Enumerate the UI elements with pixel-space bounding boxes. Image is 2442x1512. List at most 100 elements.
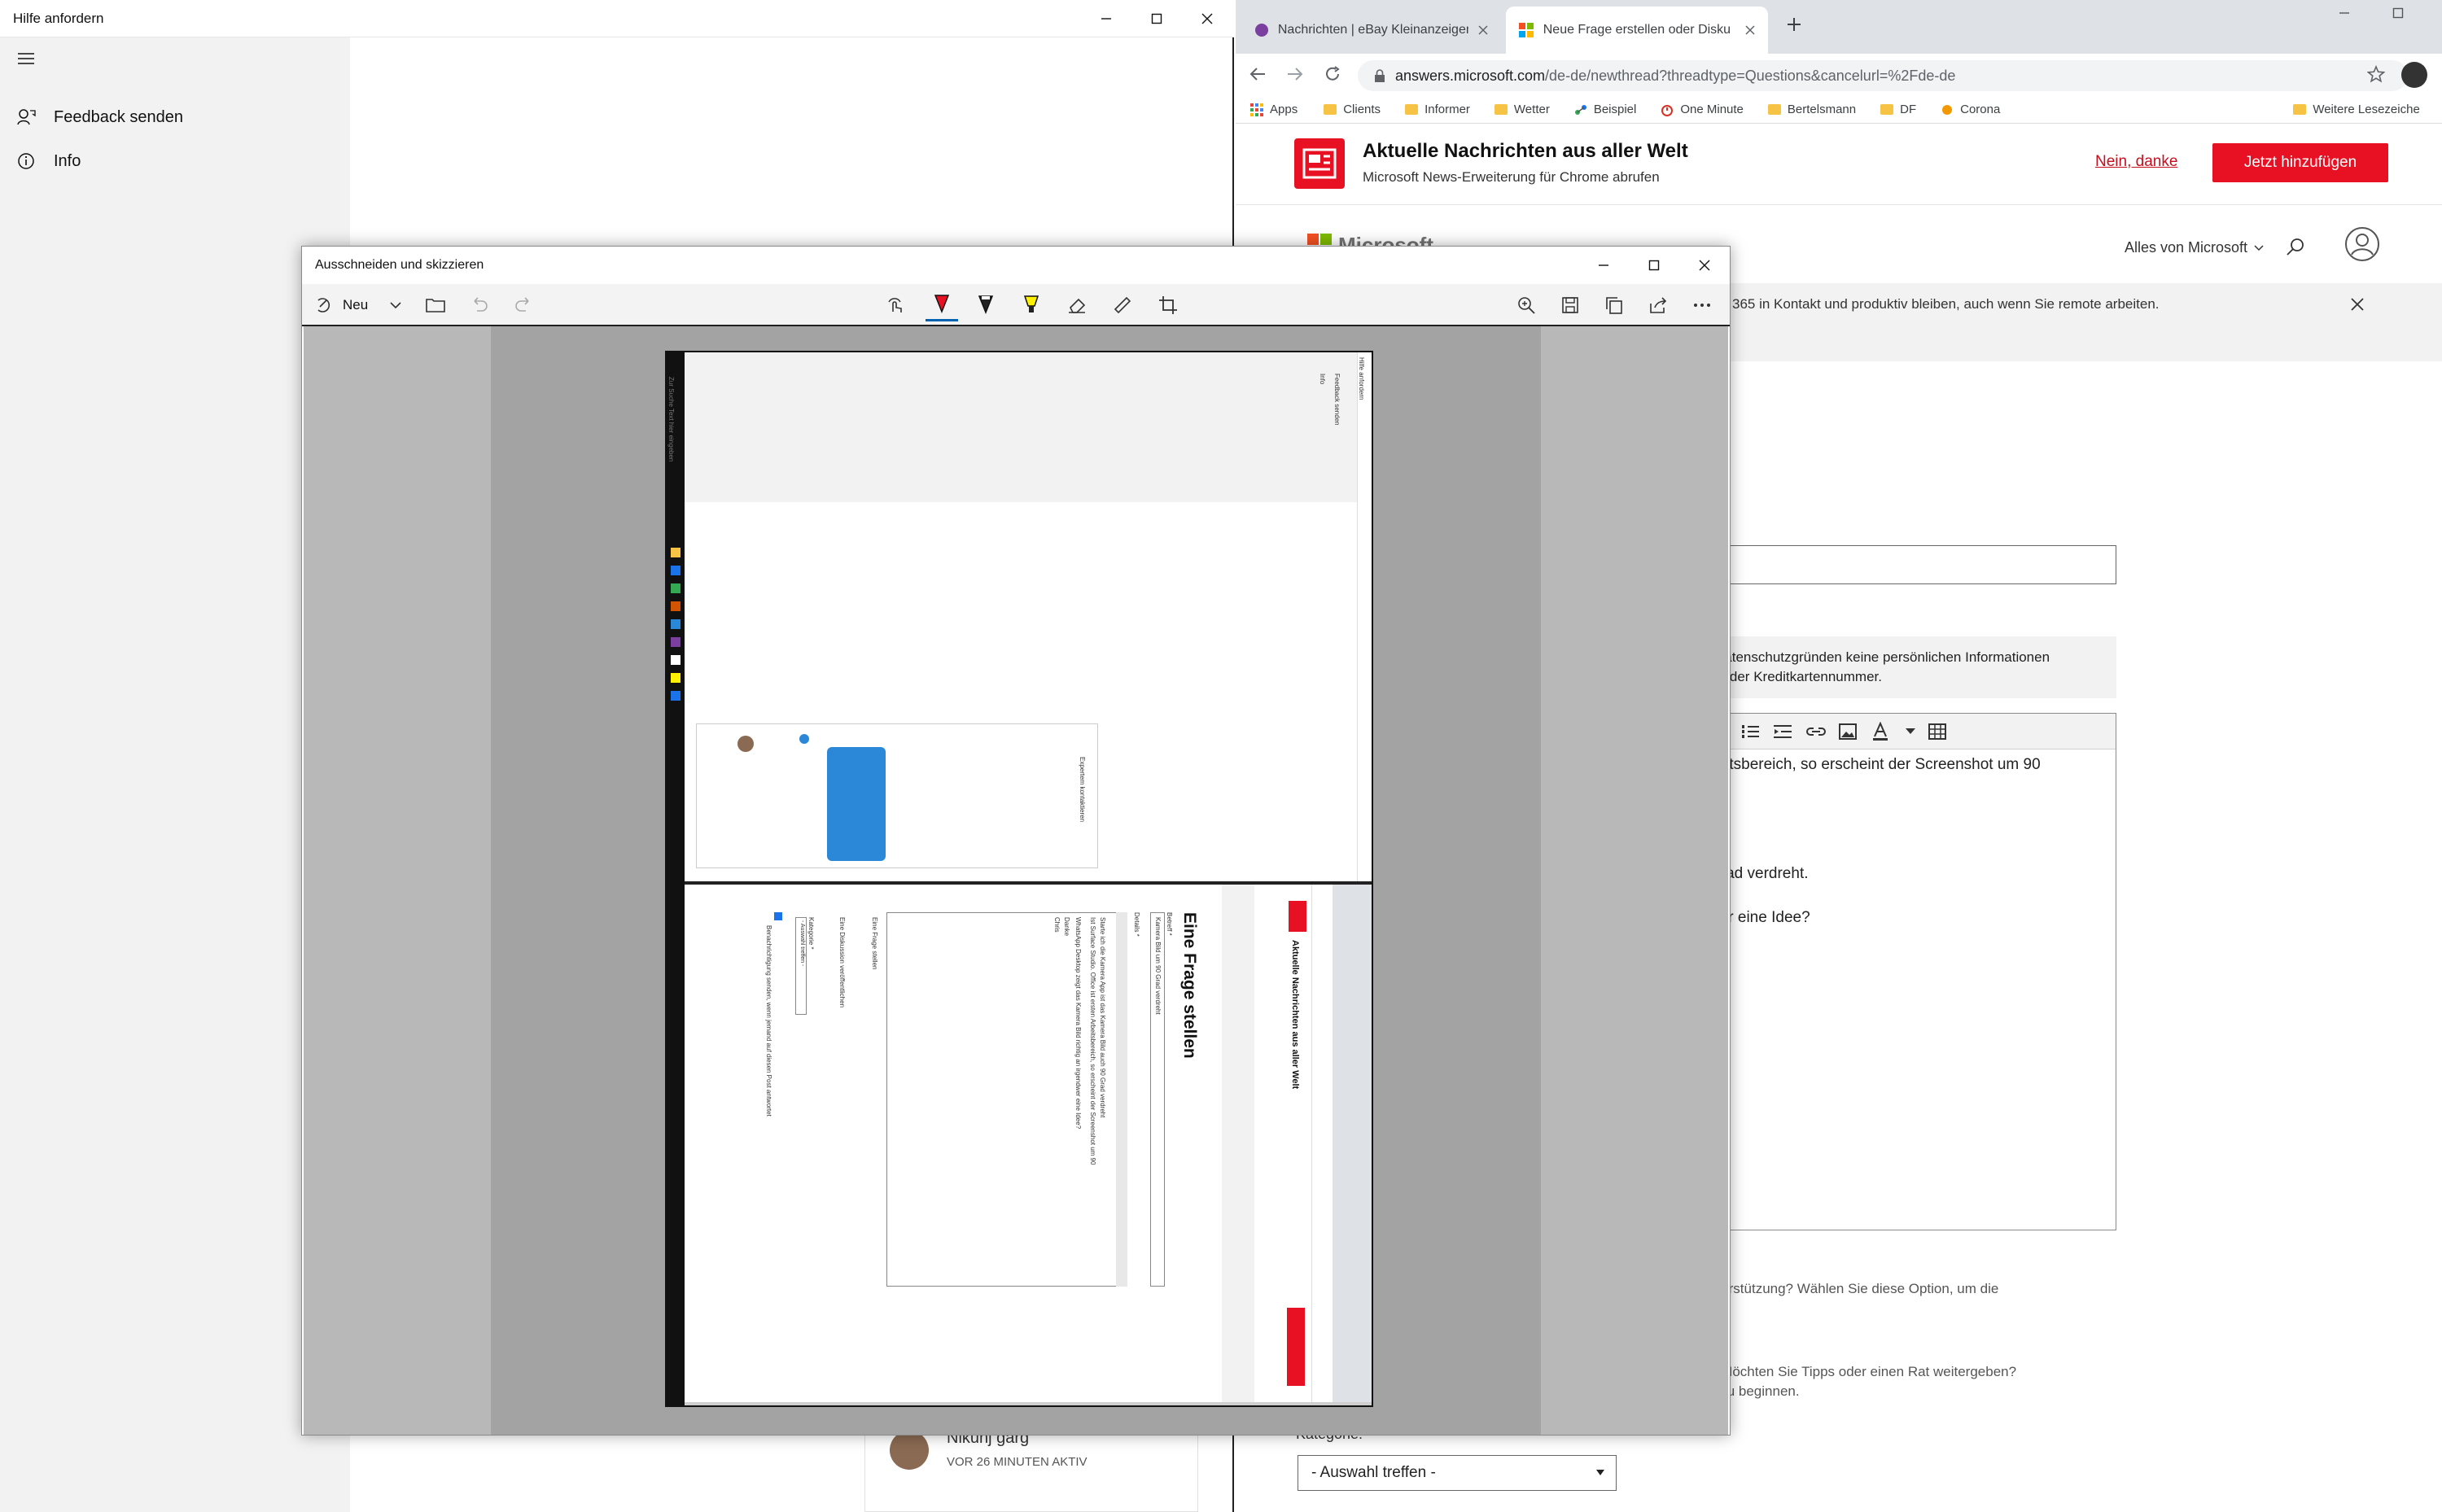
- copy-button[interactable]: [1600, 292, 1629, 318]
- editor-line: beitsbereich, so erscheint der Screensho…: [1709, 756, 2041, 773]
- pencil-button[interactable]: [971, 292, 1000, 318]
- lock-icon: [1375, 69, 1385, 82]
- help-nav-pane: Feedback senden Info: [0, 37, 350, 1512]
- tab-strip: Nachrichten | eBay Kleinanzeigen Neue Fr…: [1236, 0, 2442, 54]
- dropdown-arrow-icon[interactable]: [1906, 728, 1915, 735]
- touch-writing-icon: [888, 298, 902, 312]
- open-file-button[interactable]: [421, 292, 450, 318]
- snip-maximize-button[interactable]: [1629, 247, 1679, 284]
- numbered-list-icon[interactable]: [1741, 723, 1759, 740]
- bookmark-star-button[interactable]: [2367, 65, 2385, 83]
- pencil-icon: [978, 295, 994, 315]
- rotated-help-nav: [685, 352, 1357, 502]
- snip-title: Ausschneiden und skizzieren: [315, 258, 484, 272]
- tab-microsoft-answers[interactable]: Neue Frage erstellen oder Disku: [1506, 7, 1768, 54]
- account-button[interactable]: [2344, 226, 2380, 262]
- url-host: answers.microsoft.com: [1395, 67, 1546, 84]
- bookmark-corona[interactable]: Corona: [1941, 103, 2000, 116]
- url-path: /de-de/newthread?threadtype=Questions&ca…: [1545, 67, 1956, 84]
- indent-icon[interactable]: [1774, 723, 1792, 740]
- snip-minimize-button[interactable]: [1578, 247, 1629, 284]
- bookmark-more[interactable]: Weitere Lesezeiche: [2293, 103, 2420, 116]
- chrome-toolbar: answers.microsoft.com/de-de/newthread?th…: [1236, 54, 2442, 96]
- share-button[interactable]: [1643, 292, 1673, 318]
- link-icon[interactable]: [1806, 725, 1826, 738]
- tab-ebay[interactable]: Nachrichten | eBay Kleinanzeigen: [1242, 7, 1501, 54]
- user-status: VOR 26 MINUTEN AKTIV: [947, 1455, 1088, 1469]
- folder-icon: [1405, 104, 1419, 115]
- reload-button[interactable]: [1324, 65, 1341, 83]
- rotated-chat-bubble: [827, 747, 886, 861]
- bookmark-wetter[interactable]: Wetter: [1494, 103, 1550, 116]
- all-microsoft-menu[interactable]: Alles von Microsoft: [2125, 239, 2264, 256]
- chrome-maximize-button[interactable]: [2392, 7, 2405, 20]
- chrome-minimize-button[interactable]: [2338, 7, 2351, 20]
- minimize-button[interactable]: [1081, 0, 1131, 37]
- dropdown-arrow-icon: [1596, 1470, 1604, 1475]
- bookmark-df[interactable]: DF: [1880, 103, 1916, 116]
- banner-close-button[interactable]: [2349, 296, 2365, 312]
- ebay-favicon-icon: [1255, 24, 1268, 37]
- nav-item-info[interactable]: Info: [16, 151, 81, 171]
- table-icon[interactable]: [1928, 723, 1946, 740]
- back-button[interactable]: [1249, 65, 1267, 83]
- tab-close-icon[interactable]: [1745, 25, 1755, 35]
- hamburger-menu-button[interactable]: [16, 50, 36, 67]
- save-button[interactable]: [1556, 292, 1585, 318]
- folder-open-icon: [426, 299, 445, 312]
- decline-link[interactable]: Nein, danke: [2095, 153, 2177, 171]
- share-icon: [1650, 297, 1667, 313]
- molecule-icon: [1574, 104, 1586, 115]
- bookmark-apps[interactable]: Apps: [1250, 103, 1298, 116]
- maximize-icon: [1648, 260, 1660, 271]
- crop-button[interactable]: [1153, 292, 1183, 318]
- image-icon[interactable]: [1839, 723, 1857, 740]
- ruler-button[interactable]: [1108, 292, 1137, 318]
- tab-close-icon[interactable]: [1478, 25, 1488, 35]
- save-icon: [1562, 297, 1578, 313]
- category-select[interactable]: - Auswahl treffen -: [1298, 1455, 1617, 1491]
- bookmark-bertelsmann[interactable]: Bertelsmann: [1767, 103, 1856, 116]
- forward-button[interactable]: [1286, 65, 1304, 83]
- eraser-button[interactable]: [1062, 292, 1092, 318]
- bookmark-one-minute[interactable]: One Minute: [1661, 103, 1744, 116]
- nav-item-label: Feedback senden: [54, 107, 184, 126]
- subject-input[interactable]: [1700, 545, 2116, 584]
- more-options-button[interactable]: [1687, 292, 1717, 318]
- address-bar[interactable]: answers.microsoft.com/de-de/newthread?th…: [1358, 60, 2408, 91]
- add-extension-button[interactable]: Jetzt hinzufügen: [2212, 143, 2388, 182]
- crop-icon: [1159, 296, 1177, 314]
- search-button[interactable]: [2286, 238, 2305, 257]
- undo-button[interactable]: [465, 292, 494, 318]
- bookmark-informer[interactable]: Informer: [1405, 103, 1470, 116]
- banner-text: 365 in Kontakt und produktiv bleiben, au…: [1732, 296, 2160, 312]
- avatar: [890, 1431, 929, 1470]
- highlighter-button[interactable]: [1017, 292, 1046, 318]
- profile-avatar[interactable]: [2401, 62, 2427, 88]
- zoom-button[interactable]: [1512, 292, 1541, 318]
- close-button[interactable]: [1182, 0, 1232, 37]
- rotated-screenshot[interactable]: Zur Suche Text hier eingeben Hilfe anfor…: [665, 351, 1373, 1407]
- bookmark-beispiel[interactable]: Beispiel: [1574, 103, 1636, 116]
- new-snip-dropdown[interactable]: [383, 292, 408, 318]
- arrow-left-icon: [1249, 68, 1265, 81]
- new-snip-button[interactable]: Neu: [315, 292, 380, 318]
- nav-item-feedback[interactable]: Feedback senden: [16, 107, 183, 127]
- snip-close-button[interactable]: [1679, 247, 1730, 284]
- redo-button[interactable]: [509, 292, 538, 318]
- news-logo-icon: [1294, 138, 1345, 189]
- snip-sketch-window: Ausschneiden und skizzieren Neu Zur Such…: [301, 246, 1731, 1436]
- option-discussion-text: ? Möchten Sie Tipps oder einen Rat weite…: [1709, 1364, 2017, 1379]
- new-tab-button[interactable]: [1786, 16, 1802, 33]
- news-extension-bar: Aktuelle Nachrichten aus aller Welt Micr…: [1236, 124, 2442, 205]
- touch-writing-button[interactable]: [882, 292, 911, 318]
- editor-toolbar: [1700, 714, 2116, 749]
- eraser-icon: [1069, 298, 1086, 313]
- font-color-icon[interactable]: [1871, 722, 1889, 741]
- snip-titlebar: Ausschneiden und skizzieren: [302, 247, 1730, 284]
- ballpoint-pen-button[interactable]: [926, 289, 958, 321]
- details-editor[interactable]: beitsbereich, so erscheint der Screensho…: [1700, 713, 2116, 1230]
- maximize-button[interactable]: [1131, 0, 1182, 37]
- help-window-title: Hilfe anfordern: [13, 11, 104, 26]
- bookmark-clients[interactable]: Clients: [1324, 103, 1381, 116]
